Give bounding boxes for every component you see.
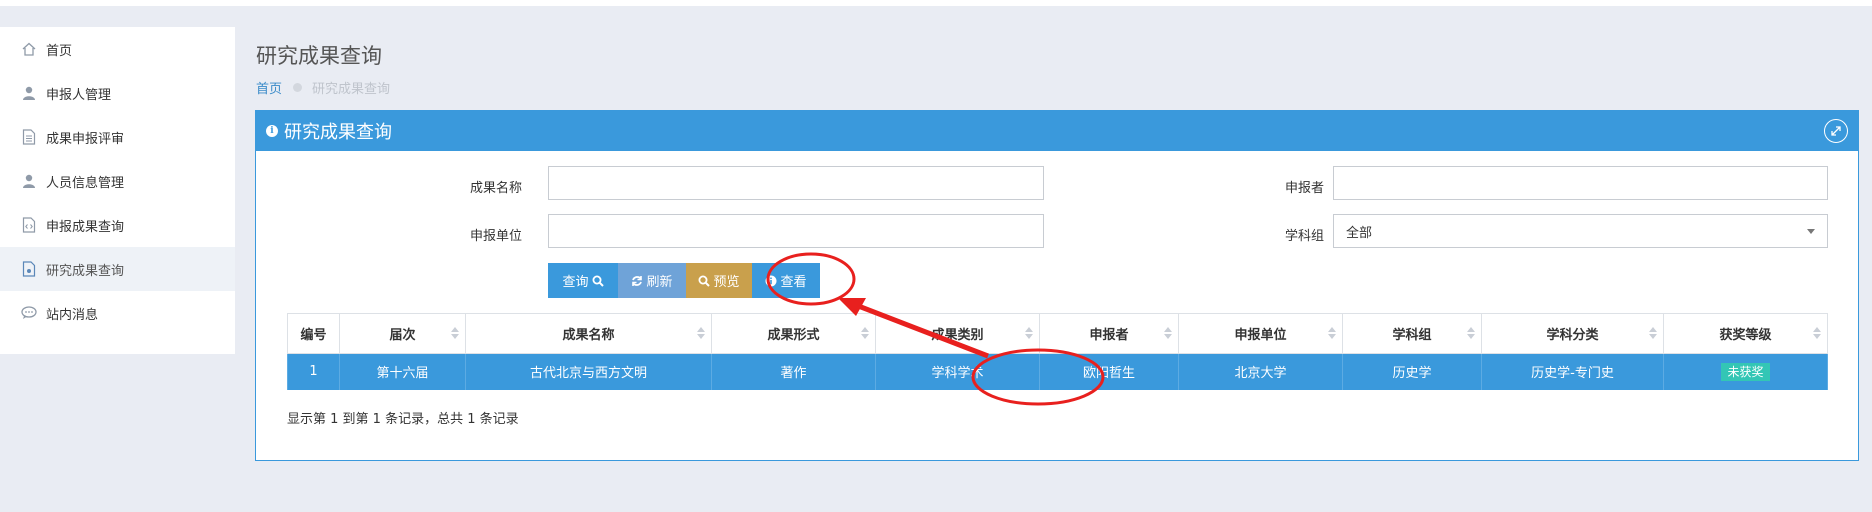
- table-header-row: 编号 届次 成果名称 成果形式 成果类别 申报者 申报单位 学科组 学科分类 获…: [287, 313, 1828, 354]
- refresh-button[interactable]: 刷新: [618, 263, 686, 298]
- pagination-info: 显示第 1 到第 1 条记录，总共 1 条记录: [287, 412, 519, 427]
- user-icon: [18, 84, 40, 102]
- breadcrumb-separator: [293, 83, 303, 92]
- column-header[interactable]: 成果类别: [875, 313, 1040, 354]
- sidebar-item-label: 申报成果查询: [46, 219, 125, 235]
- info-icon: [765, 275, 777, 287]
- table-cell: 学科学术: [875, 353, 1040, 390]
- sort-icon: [1813, 327, 1821, 339]
- sidebar-item-declared-results[interactable]: 申报成果查询: [0, 203, 235, 247]
- sort-icon: [1025, 327, 1033, 339]
- action-buttons: 查询 刷新 预览 查看: [548, 263, 820, 298]
- applicant-input[interactable]: [1333, 166, 1828, 200]
- table-cell: 未获奖: [1663, 353, 1828, 390]
- file-search-icon: [18, 260, 40, 278]
- column-header[interactable]: 届次: [339, 313, 466, 354]
- table-cell: 第十六届: [339, 353, 466, 390]
- column-header[interactable]: 编号: [287, 313, 340, 354]
- sidebar-item-label: 申报人管理: [46, 87, 112, 103]
- search-panel: i 研究成果查询 成果名称 申报者 申报单位 学科组 全部 查询 刷新 预览 查…: [255, 110, 1859, 461]
- sidebar-item-review[interactable]: 成果申报评审: [0, 115, 235, 159]
- sort-icon: [1328, 327, 1336, 339]
- table-cell: 历史学-专门史: [1481, 353, 1664, 390]
- breadcrumb-current: 研究成果查询: [312, 82, 391, 97]
- chevron-down-icon: [1807, 228, 1815, 234]
- info-icon: i: [266, 125, 278, 137]
- subject-select-value: 全部: [1346, 225, 1373, 241]
- query-button-label: 查询: [562, 275, 589, 290]
- unit-input[interactable]: [548, 214, 1044, 248]
- column-header[interactable]: 学科分类: [1481, 313, 1664, 354]
- name-label: 成果名称: [469, 181, 522, 196]
- sidebar-item-messages[interactable]: 站内消息: [0, 291, 235, 335]
- home-icon: [18, 40, 40, 58]
- sidebar-item-label: 成果申报评审: [46, 131, 125, 147]
- search-icon: [592, 275, 604, 287]
- view-button-label: 查看: [780, 275, 807, 290]
- sidebar-item-applicant-management[interactable]: 申报人管理: [0, 71, 235, 115]
- chat-icon: [18, 304, 40, 322]
- sidebar: 首页 申报人管理 成果申报评审 人员信息管理 申报成果查询 研究成果查询 站内消…: [0, 27, 235, 354]
- sidebar-item-label: 首页: [46, 43, 73, 59]
- sort-icon: [1467, 327, 1475, 339]
- table-cell: 1: [287, 353, 340, 390]
- top-strip: [0, 0, 1872, 6]
- view-button[interactable]: 查看: [752, 263, 820, 298]
- subject-label: 学科组: [1284, 229, 1324, 244]
- sort-icon: [861, 327, 869, 339]
- preview-button-label: 预览: [713, 275, 740, 290]
- sort-icon: [451, 327, 459, 339]
- breadcrumb: 首页 研究成果查询: [256, 78, 390, 97]
- table-cell: 历史学: [1342, 353, 1482, 390]
- sidebar-item-label: 站内消息: [46, 307, 99, 323]
- expand-button[interactable]: [1824, 119, 1848, 143]
- sidebar-item-personnel[interactable]: 人员信息管理: [0, 159, 235, 203]
- sidebar-item-label: 研究成果查询: [46, 263, 125, 279]
- column-header[interactable]: 学科组: [1342, 313, 1482, 354]
- column-header[interactable]: 申报单位: [1178, 313, 1343, 354]
- table-cell: 欧阳哲生: [1039, 353, 1179, 390]
- expand-icon: [1831, 126, 1841, 136]
- query-button[interactable]: 查询: [548, 263, 618, 298]
- refresh-icon: [631, 275, 643, 287]
- sidebar-item-label: 人员信息管理: [46, 175, 125, 191]
- status-badge: 未获奖: [1721, 363, 1770, 382]
- search-icon: [698, 275, 711, 287]
- results-table: 编号 届次 成果名称 成果形式 成果类别 申报者 申报单位 学科组 学科分类 获…: [287, 313, 1828, 390]
- refresh-button-label: 刷新: [646, 275, 673, 290]
- sort-icon: [697, 327, 705, 339]
- preview-button[interactable]: 预览: [686, 263, 752, 298]
- applicant-label: 申报者: [1284, 181, 1324, 196]
- table-row[interactable]: 1 第十六届 古代北京与西方文明 著作 学科学术 欧阳哲生 北京大学 历史学 历…: [287, 353, 1828, 390]
- column-header[interactable]: 申报者: [1039, 313, 1179, 354]
- table-cell: 著作: [711, 353, 876, 390]
- name-input[interactable]: [548, 166, 1044, 200]
- subject-select[interactable]: 全部: [1333, 214, 1828, 248]
- column-header[interactable]: 获奖等级: [1663, 313, 1828, 354]
- column-header[interactable]: 成果形式: [711, 313, 876, 354]
- sidebar-item-home[interactable]: 首页: [0, 27, 235, 71]
- table-cell: 古代北京与西方文明: [465, 353, 712, 390]
- panel-header: i 研究成果查询: [256, 111, 1858, 151]
- unit-label: 申报单位: [469, 229, 522, 244]
- sort-icon: [1164, 327, 1172, 339]
- sidebar-item-research-results[interactable]: 研究成果查询: [0, 247, 235, 291]
- document-icon: [18, 128, 40, 146]
- page-title: 研究成果查询: [256, 44, 382, 68]
- column-header[interactable]: 成果名称: [465, 313, 712, 354]
- user-icon: [18, 172, 40, 190]
- panel-title: 研究成果查询: [284, 122, 392, 143]
- breadcrumb-home-link[interactable]: 首页: [256, 78, 282, 97]
- sort-icon: [1649, 327, 1657, 339]
- code-file-icon: [18, 216, 40, 234]
- table-cell: 北京大学: [1178, 353, 1343, 390]
